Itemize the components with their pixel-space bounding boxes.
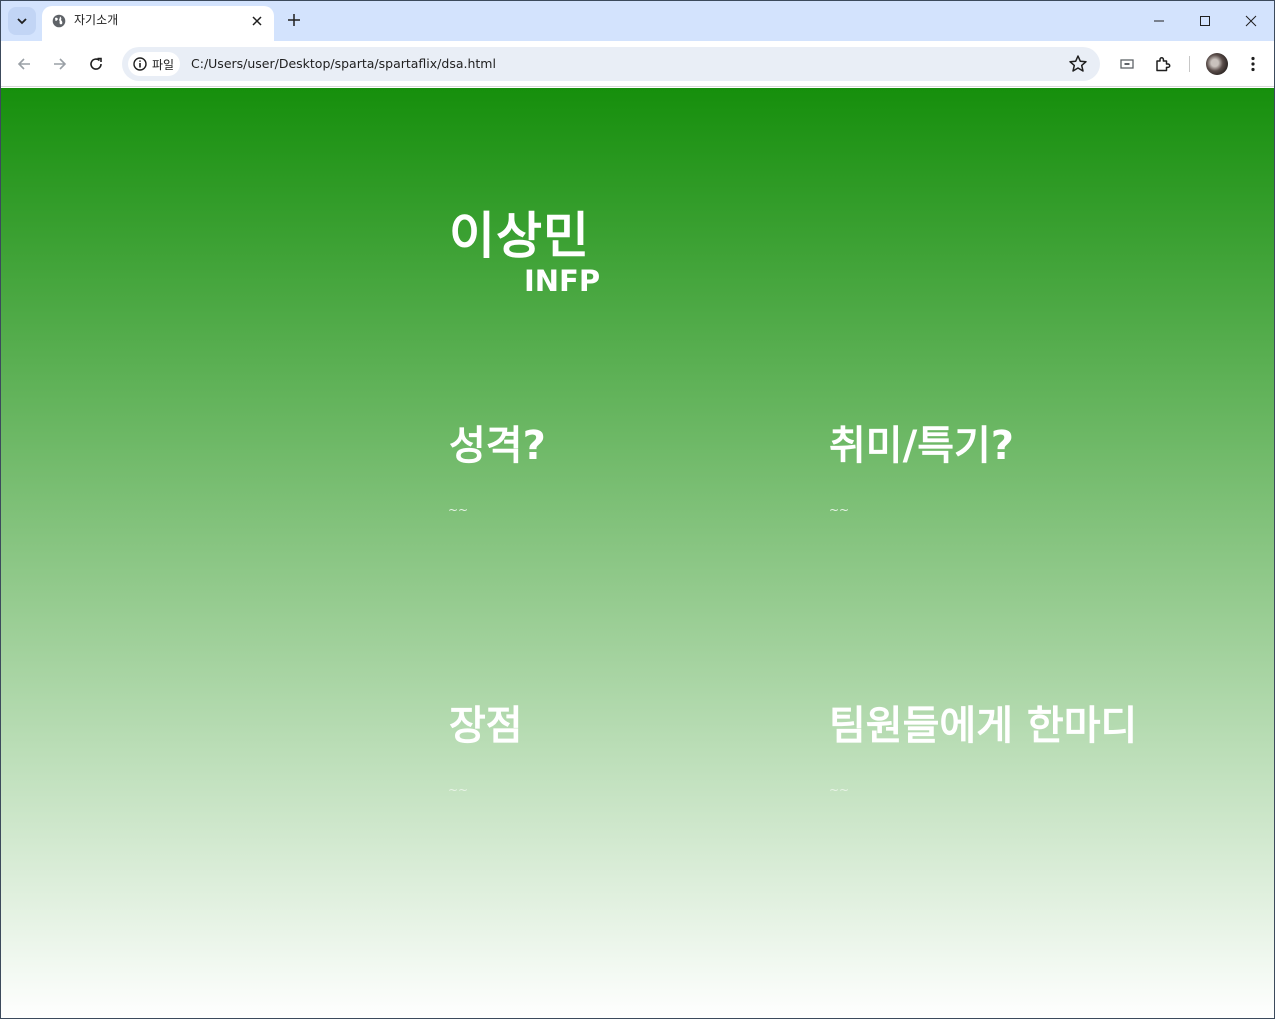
address-bar[interactable]: 파일 C:/Users/user/Desktop/sparta/spartafl…	[122, 47, 1100, 81]
profile-name: 이상민	[449, 207, 590, 265]
back-button[interactable]	[10, 50, 38, 78]
reload-button[interactable]	[82, 50, 110, 78]
close-icon	[252, 16, 262, 26]
section-title-hobbies: 취미/특기?	[829, 423, 1015, 469]
tab-search-button[interactable]	[8, 7, 36, 35]
browser-toolbar: 파일 C:/Users/user/Desktop/sparta/spartafl…	[1, 41, 1274, 87]
arrow-right-icon	[54, 58, 67, 70]
profile-mbti: INFP	[524, 264, 601, 298]
site-chip-label: 파일	[152, 57, 175, 72]
section-body-strengths: ~~	[448, 783, 469, 797]
menu-button[interactable]	[1241, 52, 1265, 76]
section-title-personality: 성격?	[449, 423, 546, 469]
site-info-chip[interactable]: 파일	[128, 52, 180, 76]
close-icon	[1245, 15, 1257, 27]
tab-title: 자기소개	[74, 13, 119, 27]
plus-icon	[288, 14, 300, 26]
active-tab[interactable]: 자기소개	[42, 6, 274, 41]
chevron-down-icon	[17, 18, 27, 25]
new-tab-button[interactable]	[283, 9, 305, 31]
page-content: 이상민 INFP 성격? ~~ 취미/특기? ~~ 장점 ~~ 팀원들에게 한마…	[1, 88, 1274, 1018]
minimize-icon	[1154, 20, 1164, 22]
close-window-button[interactable]	[1231, 7, 1271, 35]
tab-close-button[interactable]	[248, 12, 266, 30]
extensions-button[interactable]	[1151, 52, 1175, 76]
more-vert-icon	[1251, 56, 1255, 72]
toolbar-divider	[1189, 56, 1190, 72]
forward-button[interactable]	[46, 50, 74, 78]
arrow-left-icon	[17, 58, 30, 70]
tab-strip: 자기소개	[1, 1, 1274, 41]
info-icon	[133, 57, 147, 71]
section-body-message: ~~	[829, 783, 850, 797]
section-body-personality: ~~	[448, 503, 469, 517]
url-text[interactable]: C:/Users/user/Desktop/sparta/spartaflix/…	[191, 56, 496, 71]
maximize-icon	[1200, 16, 1210, 26]
puzzle-icon	[1156, 57, 1171, 72]
browser-window: 자기소개 파일 C:/Users/user/Desktop/sparta/spa…	[0, 0, 1275, 1019]
section-title-message: 팀원들에게 한마디	[829, 703, 1138, 749]
media-icon	[1120, 59, 1134, 69]
section-title-strengths: 장점	[449, 703, 523, 749]
cast-media-button[interactable]	[1115, 52, 1139, 76]
bookmark-star-icon[interactable]	[1068, 54, 1088, 74]
minimize-button[interactable]	[1139, 7, 1179, 35]
section-body-hobbies: ~~	[829, 503, 850, 517]
reload-icon	[90, 57, 102, 70]
profile-avatar[interactable]	[1206, 53, 1228, 75]
globe-icon	[52, 14, 66, 28]
maximize-button[interactable]	[1185, 7, 1225, 35]
